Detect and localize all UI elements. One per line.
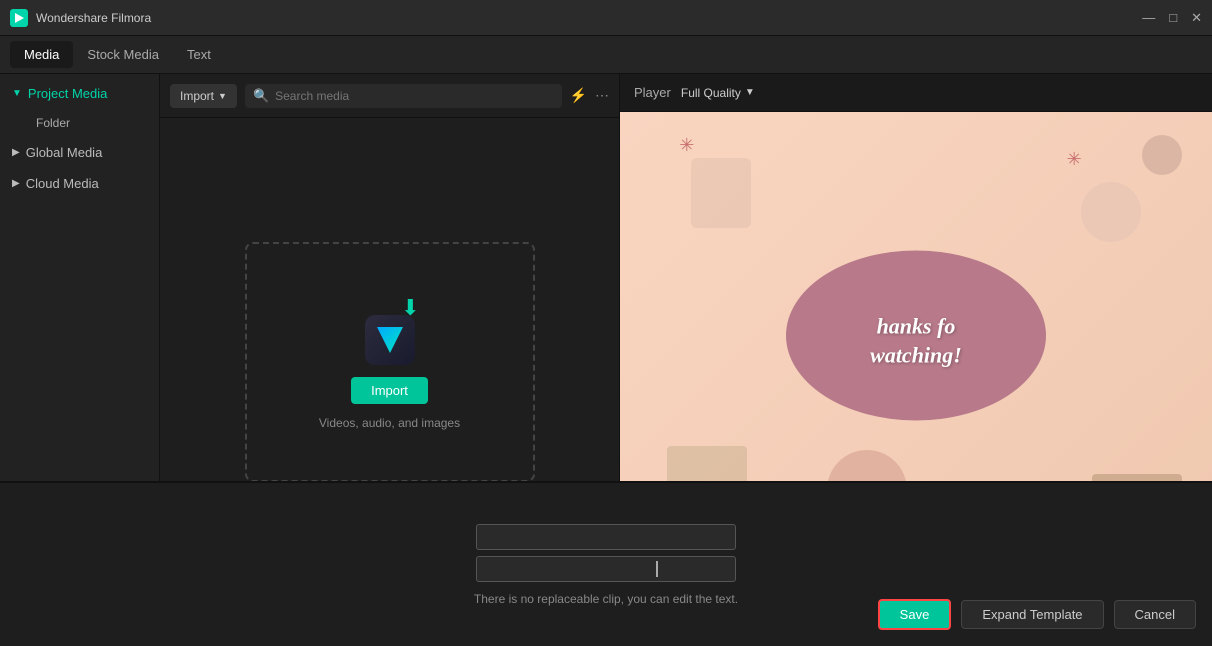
- sparkle-icon-2: ✳: [679, 135, 694, 156]
- expand-template-button[interactable]: Expand Template: [961, 600, 1103, 629]
- deco-circle-2: [1142, 135, 1182, 175]
- sidebar-item-project-media[interactable]: ▼ Project Media: [0, 78, 159, 109]
- filmora-logo-icon: [365, 315, 415, 365]
- sidebar-item-global-media[interactable]: ▶ Global Media: [0, 137, 159, 168]
- player-label: Player: [634, 85, 671, 100]
- app-logo: [10, 9, 28, 27]
- tab-media[interactable]: Media: [10, 41, 73, 68]
- quality-dropdown-arrow: ▼: [745, 87, 755, 98]
- tab-stock-media[interactable]: Stock Media: [73, 41, 173, 68]
- search-input[interactable]: [275, 89, 553, 103]
- titlebar: Wondershare Filmora — □ ✕: [0, 0, 1212, 36]
- import-zone-button[interactable]: Import: [351, 377, 428, 404]
- filter-icon[interactable]: ⚡: [570, 87, 587, 104]
- sidebar-item-folder[interactable]: Folder: [0, 109, 159, 137]
- minimize-btn[interactable]: —: [1142, 10, 1155, 26]
- sidebar-label-global-media: Global Media: [26, 145, 103, 160]
- app-title: Wondershare Filmora: [36, 11, 1142, 25]
- deco-circle-1: [1081, 182, 1141, 242]
- window-controls: — □ ✕: [1142, 10, 1202, 26]
- import-label: Import: [180, 89, 214, 103]
- sidebar-label-cloud-media: Cloud Media: [26, 176, 99, 191]
- sidebar-item-cloud-media[interactable]: ▶ Cloud Media: [0, 168, 159, 199]
- template-input-2[interactable]: [476, 556, 736, 582]
- player-header: Player Full Quality ▼: [620, 74, 1212, 112]
- template-inputs: [476, 524, 736, 582]
- close-btn[interactable]: ✕: [1191, 10, 1202, 26]
- sidebar-label-project-media: Project Media: [28, 86, 107, 101]
- deco-perfume: [691, 158, 751, 228]
- template-panel: There is no replaceable clip, you can ed…: [0, 481, 1212, 646]
- arrow-icon: ▼: [12, 88, 22, 99]
- import-dropdown-arrow: ▼: [218, 91, 227, 101]
- top-tabs: Media Stock Media Text: [0, 36, 1212, 74]
- arrow-icon-cloud: ▶: [12, 178, 20, 189]
- save-button[interactable]: Save: [878, 599, 952, 630]
- search-icon: 🔍: [253, 88, 269, 104]
- download-arrow-icon: ⬇: [401, 295, 419, 321]
- import-button[interactable]: Import ▼: [170, 84, 237, 108]
- text-cursor: [656, 561, 658, 577]
- search-box: 🔍: [245, 84, 562, 108]
- more-options-icon[interactable]: ⋯: [595, 87, 609, 104]
- quality-label: Full Quality: [681, 86, 741, 100]
- arrow-icon-global: ▶: [12, 147, 20, 158]
- maximize-btn[interactable]: □: [1169, 10, 1177, 26]
- quality-selector[interactable]: Full Quality ▼: [681, 86, 755, 100]
- video-text: hanks fowatching!: [870, 313, 962, 370]
- import-drop-zone[interactable]: ⬇ Import Videos, audio, and images: [245, 242, 535, 482]
- template-hint: There is no replaceable clip, you can ed…: [474, 592, 738, 606]
- import-zone-icon: ⬇: [355, 295, 425, 365]
- import-zone-description: Videos, audio, and images: [319, 416, 460, 430]
- cancel-button[interactable]: Cancel: [1114, 600, 1196, 629]
- tab-text[interactable]: Text: [173, 41, 225, 68]
- template-input-1[interactable]: [476, 524, 736, 550]
- bottom-actions: Save Expand Template Cancel: [878, 599, 1196, 630]
- media-toolbar: Import ▼ 🔍 ⚡ ⋯: [160, 74, 619, 118]
- sparkle-icon: ✳: [1067, 149, 1082, 170]
